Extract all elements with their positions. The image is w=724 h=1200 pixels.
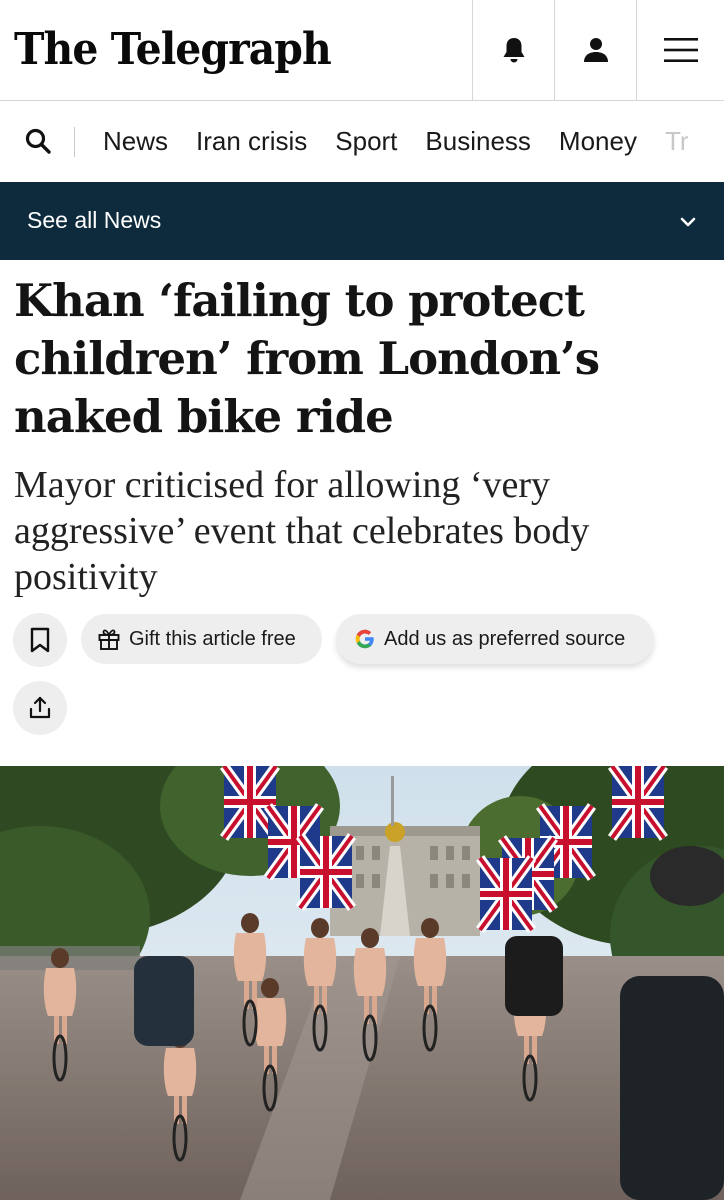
nav-item-travel-truncated[interactable]: Tr [665, 126, 689, 157]
bookmark-button[interactable] [13, 613, 67, 667]
nav-items: News Iran crisis Sport Business Money Tr [103, 101, 717, 182]
hero-photo-graphic [0, 766, 724, 1200]
nav-item-news[interactable]: News [103, 126, 168, 157]
notifications-button[interactable] [472, 0, 554, 100]
nav-item-business[interactable]: Business [425, 126, 531, 157]
search-button[interactable] [24, 127, 52, 155]
nav-divider [74, 127, 75, 157]
article-hero-image[interactable] [0, 766, 724, 1200]
preferred-source-label: Add us as preferred source [384, 627, 626, 650]
telegraph-logo[interactable]: The Telegraph [14, 20, 332, 80]
chevron-down-icon [680, 217, 696, 227]
nav-item-sport[interactable]: Sport [335, 126, 397, 157]
share-button[interactable] [13, 681, 67, 735]
search-icon [25, 128, 51, 154]
bookmark-icon [30, 627, 50, 653]
menu-button[interactable] [636, 0, 724, 100]
google-g-icon [354, 628, 376, 650]
site-header: The Telegraph [0, 0, 724, 101]
gift-article-label: Gift this article free [129, 627, 296, 650]
menu-icon [663, 38, 698, 62]
bell-icon [503, 38, 524, 63]
nav-item-iran-crisis[interactable]: Iran crisis [196, 126, 307, 157]
see-all-news-label: See all News [27, 207, 162, 233]
section-nav: News Iran crisis Sport Business Money Tr [0, 101, 724, 182]
article-headline: Khan ‘failing to protect children’ from … [14, 274, 600, 443]
account-button[interactable] [554, 0, 636, 100]
article-standfirst: Mayor criticised for allowing ‘very aggr… [14, 464, 590, 598]
preferred-source-button[interactable]: Add us as preferred source [336, 614, 654, 664]
gift-article-button[interactable]: Gift this article free [81, 614, 322, 664]
user-icon [583, 38, 608, 62]
nav-item-money[interactable]: Money [559, 126, 637, 157]
share-icon [29, 696, 51, 719]
gift-icon [97, 627, 121, 651]
see-all-news-bar[interactable]: See all News [0, 182, 724, 260]
